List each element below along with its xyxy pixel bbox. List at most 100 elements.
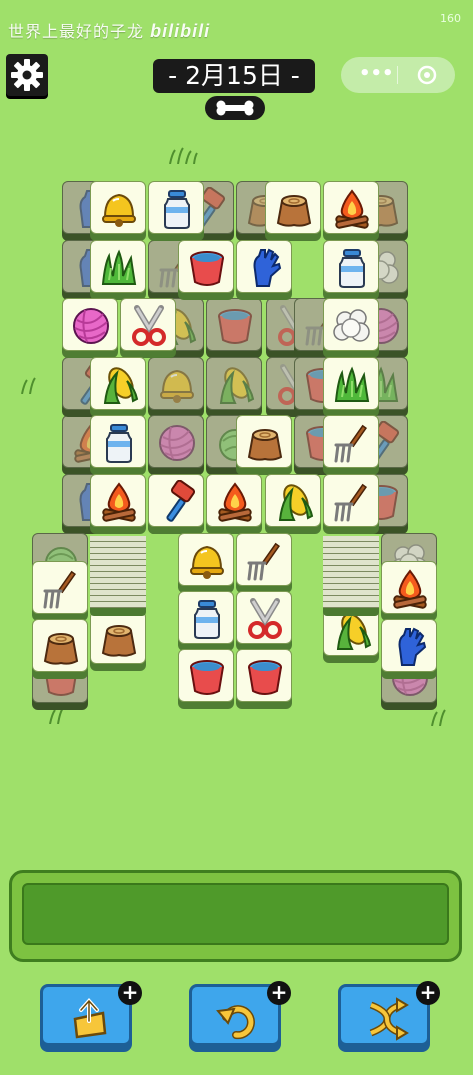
tile-face — [90, 240, 146, 293]
stump-icon — [243, 421, 287, 465]
settings-button[interactable] — [6, 54, 48, 96]
tile-stump[interactable] — [32, 619, 88, 679]
tile-stack-left — [90, 536, 146, 616]
pitchfork-icon — [330, 421, 374, 465]
tile-face — [236, 415, 292, 468]
grass-icon — [97, 246, 141, 290]
tile-face — [323, 181, 379, 234]
tile-milk[interactable] — [178, 591, 234, 651]
tile-face — [381, 619, 437, 672]
bone-icon — [205, 96, 265, 120]
pitchfork-icon — [39, 567, 83, 611]
tile-bucket[interactable] — [178, 649, 234, 709]
tile-face — [206, 474, 262, 527]
tile-pitchfork[interactable] — [236, 533, 292, 593]
tile-corn[interactable] — [265, 474, 321, 534]
tile-pitchfork[interactable] — [323, 474, 379, 534]
stump-icon — [39, 625, 83, 669]
tile-face — [148, 415, 204, 468]
tile-glove[interactable] — [381, 619, 437, 679]
tile-milk[interactable] — [90, 415, 146, 475]
tile-face — [90, 415, 146, 468]
undo-button[interactable]: + — [189, 981, 291, 1054]
tile-face — [236, 649, 292, 702]
cotton-icon — [330, 304, 374, 348]
tile-milk[interactable] — [148, 181, 204, 241]
bell-icon — [155, 363, 199, 407]
tile-tray — [9, 870, 462, 962]
tile-face — [178, 591, 234, 644]
tile-cotton[interactable] — [323, 298, 379, 358]
campfire-icon — [97, 480, 141, 524]
tile-milk[interactable] — [323, 240, 379, 300]
watermark: 世界上最好的子龙 bilibili — [8, 18, 210, 42]
add-plus-icon[interactable]: + — [416, 981, 440, 1005]
tile-face — [178, 240, 234, 293]
brush-icon — [155, 480, 199, 524]
tile-bucket[interactable] — [236, 649, 292, 709]
tile-grass[interactable] — [323, 357, 379, 417]
mini-program-menu: ••• — [341, 57, 455, 93]
tile-pitchfork[interactable] — [323, 415, 379, 475]
tile-pitchfork[interactable] — [32, 561, 88, 621]
tile-face — [236, 591, 292, 644]
tile-shears[interactable] — [120, 298, 176, 358]
tile-campfire[interactable] — [381, 561, 437, 621]
tile-face — [178, 533, 234, 586]
tile-covered — [206, 298, 262, 358]
tile-face — [148, 181, 204, 234]
watermark-text: 世界上最好的子龙 — [8, 22, 145, 41]
undo-arrow-icon — [216, 1005, 255, 1040]
glove-icon — [388, 625, 432, 669]
tile-face — [323, 357, 379, 410]
tile-corn[interactable] — [90, 357, 146, 417]
tile-shears[interactable] — [236, 591, 292, 651]
tile-stump[interactable] — [265, 181, 321, 241]
tile-bell[interactable] — [178, 533, 234, 593]
bilibili-logo: bilibili — [150, 21, 211, 41]
milk-icon — [97, 421, 141, 465]
tile-brush[interactable] — [148, 474, 204, 534]
campfire-icon — [213, 480, 257, 524]
tray-slots — [22, 883, 449, 945]
corn-icon — [272, 480, 316, 524]
tile-stump[interactable] — [90, 611, 146, 671]
tile-face — [90, 357, 146, 410]
undo-out-button[interactable]: + — [40, 981, 142, 1054]
grass-icon — [330, 363, 374, 407]
tile-glove[interactable] — [236, 240, 292, 300]
date-label: - 2月15日 - — [153, 59, 315, 93]
add-plus-icon[interactable]: + — [118, 981, 142, 1005]
tile-face — [265, 181, 321, 234]
tile-face — [90, 181, 146, 234]
bucket-icon — [185, 655, 229, 699]
tile-bucket[interactable] — [178, 240, 234, 300]
tile-campfire[interactable] — [323, 181, 379, 241]
tile-grass[interactable] — [90, 240, 146, 300]
milk-icon — [155, 187, 199, 231]
close-circle-icon[interactable] — [417, 65, 437, 85]
tile-face — [323, 298, 379, 351]
tile-stump[interactable] — [236, 415, 292, 475]
more-dots-icon[interactable]: ••• — [359, 64, 394, 86]
tile-face — [62, 298, 118, 351]
yarn-icon — [155, 421, 199, 465]
tile-yarn[interactable] — [62, 298, 118, 358]
corner-number: 160 — [440, 12, 461, 25]
tile-face — [178, 649, 234, 702]
glove-icon — [243, 246, 287, 290]
tile-face — [206, 357, 262, 410]
add-plus-icon[interactable]: + — [267, 981, 291, 1005]
tile-face — [236, 240, 292, 293]
tile-covered — [148, 357, 204, 417]
shuffle-icon — [369, 997, 409, 1041]
tile-face — [120, 298, 176, 351]
tile-face — [323, 240, 379, 293]
tile-face — [323, 474, 379, 527]
tile-face — [265, 474, 321, 527]
tile-campfire[interactable] — [206, 474, 262, 534]
tile-bell[interactable] — [90, 181, 146, 241]
tile-campfire[interactable] — [90, 474, 146, 534]
shuffle-button[interactable]: + — [338, 981, 440, 1054]
tile-face — [148, 357, 204, 410]
